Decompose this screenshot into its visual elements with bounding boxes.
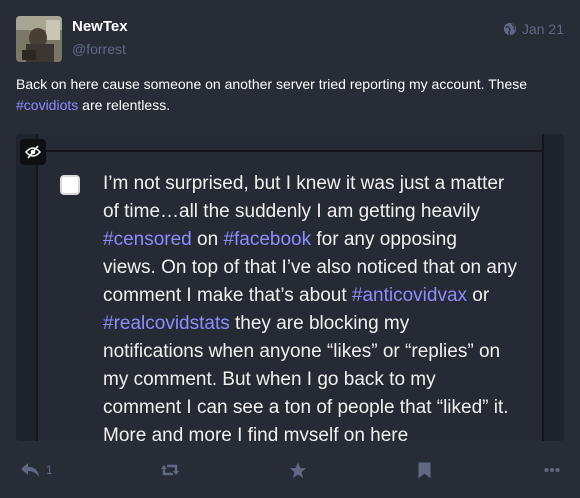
image-text-line: of time…all the suddenly I am getting he… (103, 198, 533, 226)
image-text-line: #realcovidstats they are blocking my (103, 310, 533, 338)
status-meta: Jan 21 (503, 21, 564, 37)
image-text-segment: I’m not surprised, but I knew it was jus… (103, 173, 505, 194)
image-text-segment: of time…all the suddenly I am getting he… (103, 201, 481, 222)
image-text: I’m not surprised, but I knew it was jus… (103, 170, 533, 441)
avatar[interactable] (16, 16, 62, 62)
image-text-segment: comment I can see a ton of people that “… (103, 397, 509, 418)
bookmark-button[interactable] (418, 456, 431, 484)
image-border (36, 150, 544, 152)
image-text-line: comment I make that’s about #anticovidva… (103, 282, 533, 310)
image-text-line: comment I can see a ton of people that “… (103, 394, 533, 422)
image-text-segment: notifications when anyone “likes” or “re… (103, 341, 501, 362)
image-text-segment: for any opposing (311, 229, 457, 250)
image-text-segment: they are blocking my (229, 313, 410, 334)
account-handle[interactable]: @forrest (72, 41, 126, 57)
image-text-segment: my comment. But when I go back to my (103, 369, 436, 390)
content-text: Back on here cause someone on another se… (16, 76, 528, 92)
globe-icon (503, 22, 517, 36)
image-hashtag: #realcovidstats (103, 313, 230, 334)
image-text-line: More and more I find myself on here (103, 422, 533, 441)
status-date[interactable]: Jan 21 (522, 21, 564, 37)
image-text-line: views. On top of that I’ve also noticed … (103, 254, 533, 282)
bookmark-icon (418, 462, 431, 478)
image-text-line: notifications when anyone “likes” or “re… (103, 338, 533, 366)
status-card: NewTex @forrest Jan 21 Back on here caus… (0, 0, 580, 498)
hashtag-link[interactable]: #covidiots (16, 97, 78, 113)
reply-count: 1 (46, 463, 53, 477)
content-text: are relentless. (78, 97, 171, 113)
reply-icon (21, 463, 39, 477)
more-button[interactable] (544, 456, 560, 484)
image-text-line: my comment. But when I go back to my (103, 366, 533, 394)
media-attachment[interactable]: I’m not surprised, but I knew it was jus… (16, 134, 564, 441)
favourite-button[interactable] (289, 456, 307, 484)
status-content: Back on here cause someone on another se… (16, 74, 568, 116)
image-text-segment: More and more I find myself on here (103, 425, 409, 441)
image-text-segment: views. On top of that I’ve also noticed … (103, 257, 518, 278)
star-icon (289, 462, 307, 478)
image-hashtag: #facebook (223, 229, 312, 250)
image-text-line: #censored on #facebook for any opposing (103, 226, 533, 254)
image-hashtag: #anticovidvax (351, 285, 468, 306)
image-text-segment: on (191, 229, 224, 250)
ellipsis-icon (544, 468, 560, 472)
display-name[interactable]: NewTex (72, 18, 128, 35)
image-text-segment: comment I make that’s about (103, 285, 352, 306)
hide-media-button[interactable] (20, 139, 46, 165)
image-hashtag: #censored (103, 229, 192, 250)
image-text-segment: or (467, 285, 490, 306)
eye-slash-icon (25, 145, 41, 159)
reply-button[interactable]: 1 (20, 456, 53, 484)
checkbox (60, 175, 80, 195)
boost-button[interactable] (160, 456, 180, 484)
action-bar: 1 (16, 456, 564, 484)
retweet-icon (161, 464, 179, 476)
image-text-line: I’m not surprised, but I knew it was jus… (103, 170, 533, 198)
